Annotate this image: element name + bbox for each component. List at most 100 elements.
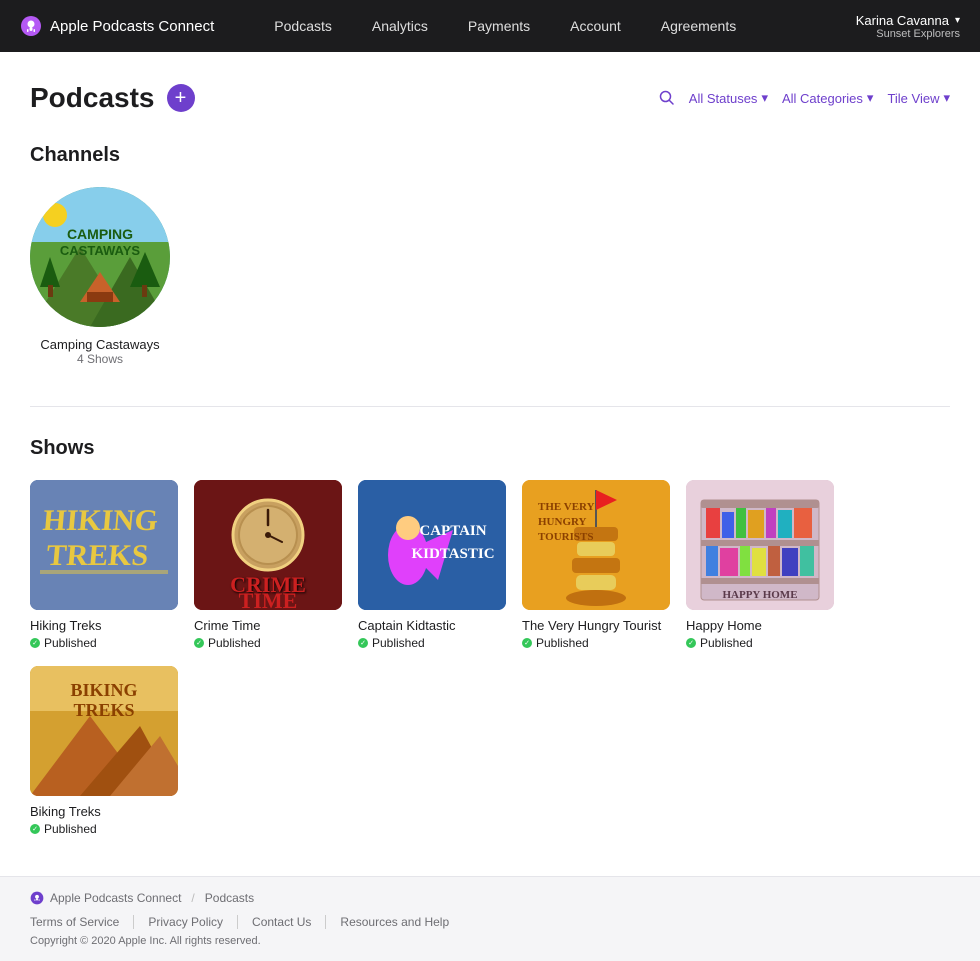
chevron-down-icon: ▾ [955, 15, 960, 26]
page-title: Podcasts [30, 82, 155, 114]
channel-name: Camping Castaways [40, 337, 159, 352]
show-artwork-captain-kidtastic: CAPTAIN KIDTASTIC [358, 480, 506, 610]
category-filter[interactable]: All Categories ▾ [782, 90, 873, 106]
footer-links: Terms of Service Privacy Policy Contact … [30, 915, 950, 929]
status-published-icon: ✓ [30, 638, 40, 648]
nav-agreements[interactable]: Agreements [641, 0, 756, 52]
channels-title: Channels [30, 144, 950, 167]
search-icon [659, 90, 675, 106]
shows-section: Shows HIKING TREKS Hiking Treks [30, 437, 950, 836]
add-podcast-button[interactable]: + [167, 84, 195, 112]
channel-artwork: CAMPING CASTAWAYS [30, 187, 170, 327]
footer: Apple Podcasts Connect / Podcasts Terms … [0, 876, 980, 961]
status-filter[interactable]: All Statuses ▾ [689, 90, 768, 106]
chevron-down-icon: ▾ [761, 90, 768, 106]
show-status: ✓ Published [30, 636, 178, 650]
svg-text:TIME: TIME [239, 588, 298, 610]
shows-grid: HIKING TREKS Hiking Treks ✓ Published [30, 480, 950, 836]
show-title: Hiking Treks [30, 618, 178, 633]
svg-text:CAMPING: CAMPING [67, 226, 133, 242]
show-status: ✓ Published [686, 636, 834, 650]
header-nav: Podcasts Analytics Payments Account Agre… [254, 0, 855, 52]
status-published-icon: ✓ [522, 638, 532, 648]
status-published-icon: ✓ [194, 638, 204, 648]
svg-text:TREKS: TREKS [45, 538, 150, 572]
footer-link-contact[interactable]: Contact Us [238, 915, 326, 929]
chevron-down-icon: ▾ [867, 90, 874, 106]
show-card-biking-treks[interactable]: BIKING TREKS Biking Treks ✓ Published [30, 666, 178, 836]
footer-logo-icon [30, 891, 44, 905]
header-user[interactable]: Karina Cavanna ▾ Sunset Explorers [856, 13, 960, 40]
shows-title: Shows [30, 437, 950, 460]
user-show: Sunset Explorers [876, 28, 960, 40]
show-card-captain-kidtastic[interactable]: CAPTAIN KIDTASTIC Captain Kidtastic ✓ Pu… [358, 480, 506, 650]
svg-text:BIKING: BIKING [70, 680, 137, 700]
status-label: Published [536, 636, 589, 650]
search-button[interactable] [659, 90, 675, 106]
show-status: ✓ Published [194, 636, 342, 650]
svg-text:TOURISTS: TOURISTS [538, 531, 593, 543]
channel-item[interactable]: CAMPING CASTAWAYS Camping Castaways 4 Sh… [30, 187, 170, 366]
footer-breadcrumb: Apple Podcasts Connect / Podcasts [30, 891, 950, 905]
svg-text:HUNGRY: HUNGRY [538, 516, 587, 528]
page-title-left: Podcasts + [30, 82, 195, 114]
footer-logo-link[interactable]: Apple Podcasts Connect [50, 891, 181, 905]
user-name: Karina Cavanna ▾ [856, 13, 960, 28]
nav-analytics[interactable]: Analytics [352, 0, 448, 52]
svg-text:CAPTAIN: CAPTAIN [419, 523, 486, 539]
status-label: Published [700, 636, 753, 650]
svg-text:HAPPY HOME: HAPPY HOME [722, 589, 797, 601]
status-label: Published [44, 636, 97, 650]
page-title-row: Podcasts + All Statuses ▾ All Categories… [30, 82, 950, 114]
section-divider [30, 406, 950, 407]
show-artwork-happy-home: HAPPY HOME [686, 480, 834, 610]
chevron-down-icon: ▾ [943, 90, 950, 106]
footer-link-terms[interactable]: Terms of Service [30, 915, 134, 929]
footer-breadcrumb-link[interactable]: Podcasts [205, 891, 254, 905]
status-published-icon: ✓ [686, 638, 696, 648]
header-logo-text: Apple Podcasts Connect [50, 18, 214, 35]
show-title: Crime Time [194, 618, 342, 633]
main-content: Podcasts + All Statuses ▾ All Categories… [0, 52, 980, 876]
show-card-hiking-treks[interactable]: HIKING TREKS Hiking Treks ✓ Published [30, 480, 178, 650]
status-label: Published [44, 822, 97, 836]
status-label: Published [372, 636, 425, 650]
show-status: ✓ Published [358, 636, 506, 650]
page-title-right: All Statuses ▾ All Categories ▾ Tile Vie… [659, 90, 950, 106]
footer-link-resources[interactable]: Resources and Help [326, 915, 463, 929]
nav-podcasts[interactable]: Podcasts [254, 0, 352, 52]
header: Apple Podcasts Connect Podcasts Analytic… [0, 0, 980, 52]
show-card-crime-time[interactable]: CRIME TIME Crime Time ✓ Published [194, 480, 342, 650]
footer-copyright: Copyright © 2020 Apple Inc. All rights r… [30, 935, 950, 947]
footer-link-privacy[interactable]: Privacy Policy [134, 915, 238, 929]
svg-text:TREKS: TREKS [73, 700, 134, 720]
channels-section: Channels [30, 144, 950, 366]
show-artwork-hiking-treks: HIKING TREKS [30, 480, 178, 610]
svg-text:THE VERY: THE VERY [538, 501, 595, 513]
svg-text:KIDTASTIC: KIDTASTIC [411, 546, 494, 562]
status-published-icon: ✓ [30, 824, 40, 834]
channel-shows-count: 4 Shows [77, 352, 123, 366]
show-title: The Very Hungry Tourist [522, 618, 670, 633]
show-title: Biking Treks [30, 804, 178, 819]
header-logo[interactable]: Apple Podcasts Connect [20, 15, 214, 37]
show-artwork-crime-time: CRIME TIME [194, 480, 342, 610]
show-card-happy-home[interactable]: HAPPY HOME Happy Home ✓ Published [686, 480, 834, 650]
status-published-icon: ✓ [358, 638, 368, 648]
nav-payments[interactable]: Payments [448, 0, 550, 52]
status-label: Published [208, 636, 261, 650]
view-filter[interactable]: Tile View ▾ [887, 90, 950, 106]
show-status: ✓ Published [522, 636, 670, 650]
show-status: ✓ Published [30, 822, 178, 836]
nav-account[interactable]: Account [550, 0, 641, 52]
svg-text:HIKING: HIKING [42, 503, 160, 537]
breadcrumb-separator: / [191, 891, 194, 905]
show-artwork-biking-treks: BIKING TREKS [30, 666, 178, 796]
show-title: Captain Kidtastic [358, 618, 506, 633]
svg-text:CASTAWAYS: CASTAWAYS [60, 243, 141, 258]
show-card-very-hungry-tourist[interactable]: THE VERY HUNGRY TOURISTS The Very Hungry… [522, 480, 670, 650]
podcast-logo-icon [20, 15, 42, 37]
show-title: Happy Home [686, 618, 834, 633]
show-artwork-very-hungry-tourist: THE VERY HUNGRY TOURISTS [522, 480, 670, 610]
channel-image: CAMPING CASTAWAYS [30, 187, 170, 327]
